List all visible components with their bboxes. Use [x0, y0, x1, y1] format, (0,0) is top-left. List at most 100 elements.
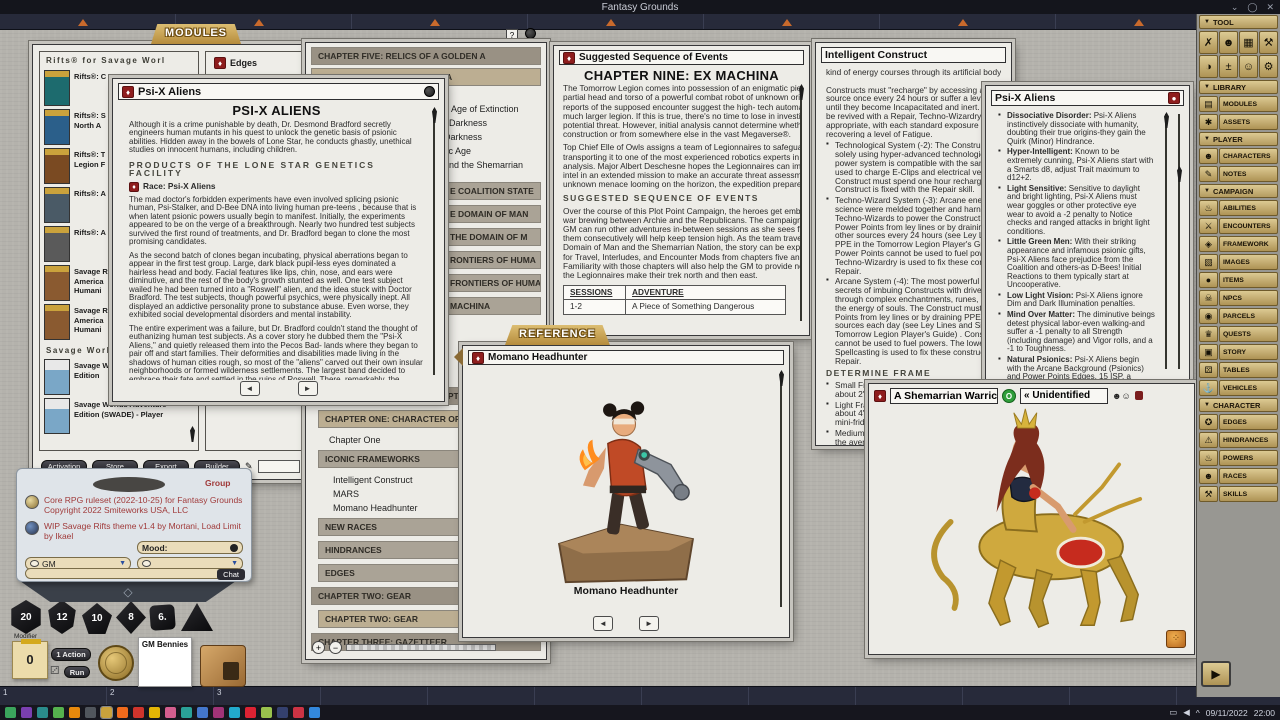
faces-icon[interactable]: ☻☺	[1112, 391, 1131, 401]
taskbar-app-icon[interactable]	[165, 707, 176, 718]
chat-tab[interactable]: Chat	[217, 569, 245, 580]
sidebar-section-tool[interactable]: ▼TOOL	[1199, 15, 1278, 29]
taskbar-app-icon[interactable]	[53, 707, 64, 718]
zoom-out-button[interactable]: −	[329, 641, 342, 654]
hotbar-bottom[interactable]: 1 2 3	[0, 686, 1280, 705]
taskbar-app-icon[interactable]	[85, 707, 96, 718]
tab-reference[interactable]: REFERENCE	[505, 325, 610, 345]
sidebar-item-hindrances[interactable]: ⚠HINDRANCES	[1199, 432, 1278, 448]
calendar-icon[interactable]: ▦	[1239, 31, 1258, 54]
taskbar-app-icon[interactable]	[245, 707, 256, 718]
sidebar-item-items[interactable]: ●ITEMS	[1199, 272, 1278, 288]
sidebar-item-modules[interactable]: ▤MODULES	[1199, 96, 1278, 112]
sidebar-section-character[interactable]: ▼CHARACTER	[1199, 398, 1278, 412]
taskbar-app-icon[interactable]	[21, 707, 32, 718]
benny-coin[interactable]	[98, 645, 134, 681]
lock-icon[interactable]	[1135, 391, 1143, 400]
taskbar-app-icon[interactable]	[69, 707, 80, 718]
vertical-scrollbar[interactable]	[433, 109, 435, 375]
taskbar-app-icon[interactable]	[5, 707, 16, 718]
sidebar-item-quests[interactable]: ♛QUESTS	[1199, 326, 1278, 342]
taskbar-app-icon[interactable]	[149, 707, 160, 718]
resize-grip-icon[interactable]: ⁘	[1166, 630, 1186, 648]
sidebar-item-images[interactable]: ▧IMAGES	[1199, 254, 1278, 270]
sidebar-item-notes[interactable]: ✎NOTES	[1199, 166, 1278, 182]
taskbar-app-icon[interactable]	[293, 707, 304, 718]
next-page-button[interactable]: ►	[639, 616, 659, 631]
sidebar-item-abilities[interactable]: ♨ABILITIES	[1199, 200, 1278, 216]
sidebar-expand-button[interactable]: ▶	[1201, 661, 1231, 687]
sidebar-item-encounters[interactable]: ⚔ENCOUNTERS	[1199, 218, 1278, 234]
taskbar-app-icon[interactable]	[133, 707, 144, 718]
table-cell[interactable]: A Piece of Something Dangerous	[626, 300, 786, 314]
taskbar-app-icon[interactable]	[181, 707, 192, 718]
effects-icon[interactable]: ☺	[1239, 55, 1258, 78]
sidebar-section-player[interactable]: ▼PLAYER	[1199, 132, 1278, 146]
zoom-in-button[interactable]: +	[312, 641, 325, 654]
taskbar-app-icon-active[interactable]	[101, 707, 112, 718]
crossed-axes-icon[interactable]: ✗	[1199, 31, 1218, 54]
vertical-scrollbar[interactable]	[800, 86, 802, 321]
modifier-icon[interactable]: ±	[1219, 55, 1238, 78]
module-search-input[interactable]	[258, 460, 300, 473]
card-shoe[interactable]	[200, 645, 246, 687]
close-knob-icon[interactable]	[424, 86, 435, 97]
sidebar-item-story[interactable]: ▣STORY	[1199, 344, 1278, 360]
taskbar-app-icon[interactable]	[37, 707, 48, 718]
modifier-box[interactable]: 0	[12, 641, 48, 679]
sidebar-item-vehicles[interactable]: ⚓VEHICLES	[1199, 380, 1278, 396]
sidebar-item-tables[interactable]: ⚄TABLES	[1199, 362, 1278, 378]
close-icon[interactable]: ✕	[1266, 0, 1274, 14]
maximize-icon[interactable]: ◯	[1247, 0, 1257, 14]
chat-tray-icon[interactable]: ▭	[1169, 707, 1177, 718]
taskbar-app-icon[interactable]	[309, 707, 320, 718]
vertical-scrollbar[interactable]	[1178, 114, 1180, 369]
tray-expand-icon[interactable]: ^	[1196, 708, 1200, 718]
taskbar-app-icon[interactable]	[213, 707, 224, 718]
mood-input[interactable]: Mood:	[137, 541, 243, 554]
prev-page-button[interactable]: ◄	[593, 616, 613, 631]
sidebar-item-skills[interactable]: ⚒SKILLS	[1199, 486, 1278, 502]
sidebar-item-powers[interactable]: ♨POWERS	[1199, 450, 1278, 466]
sidebar-item-edges[interactable]: ✪EDGES	[1199, 414, 1278, 430]
npc-name-field[interactable]: A Shemarrian Warric	[890, 388, 998, 404]
volume-icon[interactable]: ◀	[1183, 707, 1190, 718]
race-link[interactable]: ♦ Race: Psi-X Aliens	[129, 182, 424, 192]
sidebar-item-parcels[interactable]: ◉PARCELS	[1199, 308, 1278, 324]
next-page-button[interactable]: ►	[298, 381, 318, 396]
gear-icon[interactable]: ⚙	[1259, 55, 1278, 78]
action-button[interactable]: 1 Action	[51, 648, 91, 661]
wrench-icon[interactable]: ⚒	[1259, 31, 1278, 54]
run-button[interactable]: Run	[64, 666, 90, 678]
chat-entry-input[interactable]	[25, 568, 243, 579]
tab-modules[interactable]: MODULES	[151, 24, 241, 44]
sidebar-item-npcs[interactable]: ☠NPCS	[1199, 290, 1278, 306]
vertical-scrollbar[interactable]	[1165, 114, 1167, 369]
help-button[interactable]: ?	[506, 29, 518, 41]
sidebar-section-library[interactable]: ▼LIBRARY	[1199, 80, 1278, 94]
taskbar-app-icon[interactable]	[277, 707, 288, 718]
party-icon[interactable]: ☻	[1219, 31, 1238, 54]
lock-icon[interactable]: ●	[1168, 92, 1180, 104]
sidebar-item-framework[interactable]: ◈FRAMEWORK	[1199, 236, 1278, 252]
vertical-scrollbar[interactable]	[780, 372, 782, 607]
d6-die[interactable]: 6.	[149, 604, 176, 631]
sidebar-section-campaign[interactable]: ▼CAMPAIGN	[1199, 184, 1278, 198]
gm-bennies-card[interactable]: GM Bennies	[138, 637, 192, 687]
identified-name-field[interactable]: « Unidentified	[1020, 388, 1108, 404]
taskbar-app-icon[interactable]	[117, 707, 128, 718]
sidebar-item-races[interactable]: ☻RACES	[1199, 468, 1278, 484]
prev-page-button[interactable]: ◄	[240, 381, 260, 396]
minimize-icon[interactable]: ⌄	[1231, 0, 1239, 14]
taskbar-app-icon[interactable]	[261, 707, 272, 718]
close-knob-icon[interactable]	[525, 28, 536, 39]
token-icon[interactable]: O	[1002, 389, 1016, 403]
sidebar-item-characters[interactable]: ☻CHARACTERS	[1199, 148, 1278, 164]
taskbar-app-icon[interactable]	[197, 707, 208, 718]
palette-icon[interactable]: ◑	[1199, 55, 1218, 78]
sidebar-item-assets[interactable]: ✱ASSETS	[1199, 114, 1278, 130]
toc-chapter-band[interactable]: CHAPTER FIVE: RELICS OF A GOLDEN A	[311, 47, 541, 65]
module-list-item[interactable]: Savage Worlds Adventure Edition (SWADE) …	[44, 398, 194, 434]
horizontal-scrollbar[interactable]	[346, 644, 496, 651]
taskbar-app-icon[interactable]	[229, 707, 240, 718]
